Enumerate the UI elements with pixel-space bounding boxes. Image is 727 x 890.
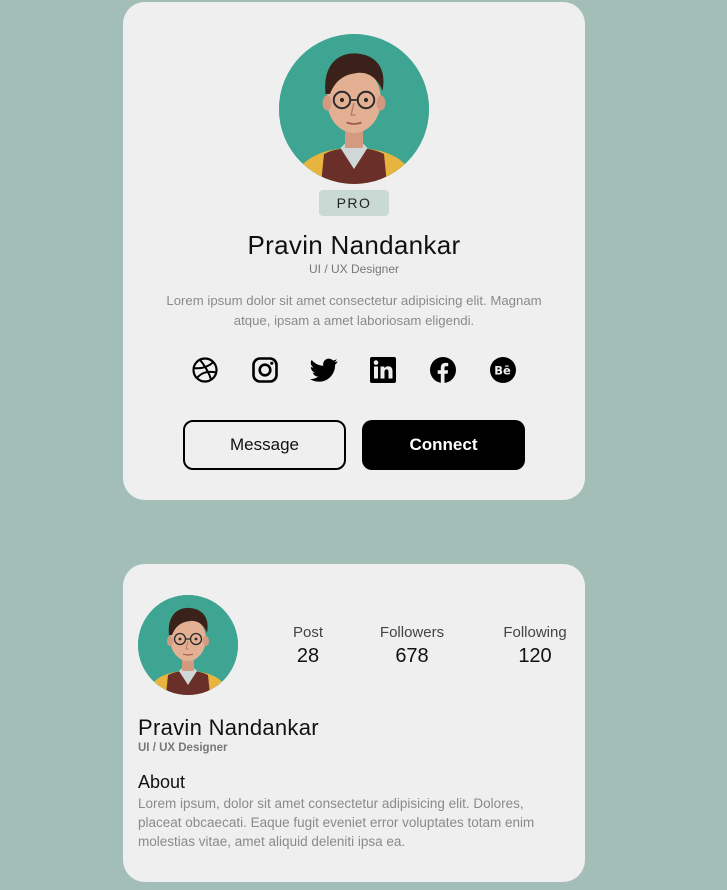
linkedin-link[interactable] (368, 355, 398, 385)
stat-value: 28 (296, 645, 320, 667)
behance-icon: Bē (490, 357, 516, 383)
twitter-link[interactable] (309, 355, 339, 385)
about-heading: About (138, 772, 186, 792)
twitter-icon (310, 358, 338, 382)
stats-card: Post 28 Followers 678 Following 120 Prav… (123, 564, 585, 882)
stat-followers: Followers 678 (362, 624, 462, 668)
profile-role: UI / UX Designer (138, 742, 228, 754)
avatar (138, 595, 238, 695)
stat-value: 120 (518, 645, 552, 667)
profile-card: PRO Pravin Nandankar UI / UX Designer Lo… (123, 2, 585, 500)
stat-label: Following (503, 624, 567, 641)
avatar (279, 34, 429, 184)
profile-role: UI / UX Designer (308, 262, 400, 276)
social-links: Bē (190, 355, 520, 395)
stat-following: Following 120 (485, 624, 585, 668)
svg-text:Bē: Bē (494, 364, 511, 378)
dribbble-link[interactable] (190, 355, 220, 385)
stat-label: Post (292, 624, 323, 641)
stat-label: Followers (379, 624, 445, 641)
behance-link[interactable]: Bē (488, 355, 518, 385)
linkedin-icon (370, 357, 396, 383)
pro-badge: PRO (319, 190, 389, 216)
facebook-icon (430, 357, 456, 383)
stat-value: 678 (395, 645, 429, 667)
instagram-link[interactable] (250, 355, 280, 385)
profile-name: Pravin Nandankar (247, 230, 461, 260)
about-text: Lorem ipsum, dolor sit amet consectetur … (138, 796, 535, 849)
instagram-icon (252, 357, 278, 383)
message-button[interactable]: Message (183, 420, 346, 470)
profile-name: Pravin Nandankar (138, 715, 319, 740)
facebook-link[interactable] (428, 355, 458, 385)
stat-posts: Post 28 (258, 624, 358, 668)
profile-bio: Lorem ipsum dolor sit amet consectetur a… (166, 293, 542, 328)
dribbble-icon (192, 357, 218, 383)
connect-button[interactable]: Connect (362, 420, 525, 470)
